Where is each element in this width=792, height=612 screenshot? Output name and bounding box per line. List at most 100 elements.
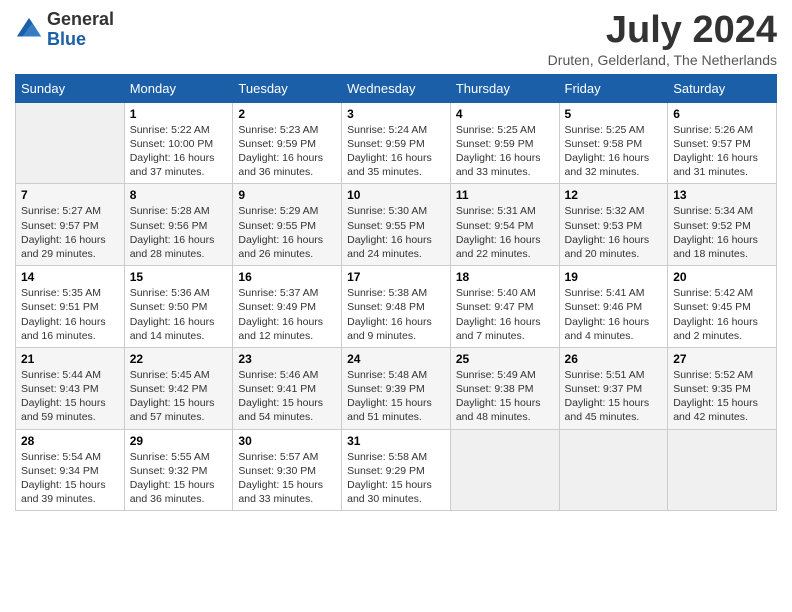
calendar-cell [559,429,668,511]
day-info: Sunrise: 5:37 AMSunset: 9:49 PMDaylight:… [238,286,336,343]
day-number: 6 [673,107,771,121]
day-info: Sunrise: 5:42 AMSunset: 9:45 PMDaylight:… [673,286,771,343]
day-info: Sunrise: 5:23 AMSunset: 9:59 PMDaylight:… [238,123,336,180]
logo-text: General Blue [47,10,114,50]
calendar-table: Sunday Monday Tuesday Wednesday Thursday… [15,74,777,511]
day-number: 24 [347,352,445,366]
calendar-header: Sunday Monday Tuesday Wednesday Thursday… [16,74,777,102]
day-number: 11 [456,188,554,202]
day-number: 15 [130,270,228,284]
day-info: Sunrise: 5:46 AMSunset: 9:41 PMDaylight:… [238,368,336,425]
calendar-cell: 16 Sunrise: 5:37 AMSunset: 9:49 PMDayligh… [233,266,342,348]
day-number: 10 [347,188,445,202]
day-number: 18 [456,270,554,284]
day-info: Sunrise: 5:41 AMSunset: 9:46 PMDaylight:… [565,286,663,343]
calendar-week-4: 21Sunrise: 5:44 AMSunset: 9:43 PMDayligh… [16,347,777,429]
day-info: Sunrise: 5:27 AMSunset: 9:57 PMDaylight:… [21,204,119,261]
calendar-cell: 28 Sunrise: 5:54 AMSunset: 9:34 PMDayligh… [16,429,125,511]
day-number: 19 [565,270,663,284]
calendar-week-5: 28 Sunrise: 5:54 AMSunset: 9:34 PMDayligh… [16,429,777,511]
day-info: Sunrise: 5:32 AMSunset: 9:53 PMDaylight:… [565,204,663,261]
day-info: Sunrise: 5:38 AMSunset: 9:48 PMDaylight:… [347,286,445,343]
day-number: 26 [565,352,663,366]
logo-icon [15,16,43,44]
day-info: Sunrise: 5:34 AMSunset: 9:52 PMDaylight:… [673,204,771,261]
col-saturday: Saturday [668,74,777,102]
day-info: Sunrise: 5:28 AMSunset: 9:56 PMDaylight:… [130,204,228,261]
calendar-cell: 9 Sunrise: 5:29 AMSunset: 9:55 PMDaylight… [233,184,342,266]
day-number: 3 [347,107,445,121]
day-info: Sunrise: 5:26 AMSunset: 9:57 PMDaylight:… [673,123,771,180]
day-info: Sunrise: 5:36 AMSunset: 9:50 PMDaylight:… [130,286,228,343]
col-sunday: Sunday [16,74,125,102]
calendar-cell: 18Sunrise: 5:40 AMSunset: 9:47 PMDayligh… [450,266,559,348]
calendar-cell: 23Sunrise: 5:46 AMSunset: 9:41 PMDayligh… [233,347,342,429]
day-number: 17 [347,270,445,284]
header-row: Sunday Monday Tuesday Wednesday Thursday… [16,74,777,102]
calendar-week-2: 7 Sunrise: 5:27 AMSunset: 9:57 PMDaylight… [16,184,777,266]
day-info: Sunrise: 5:52 AMSunset: 9:35 PMDaylight:… [673,368,771,425]
calendar-cell: 13 Sunrise: 5:34 AMSunset: 9:52 PMDayligh… [668,184,777,266]
day-info: Sunrise: 5:49 AMSunset: 9:38 PMDaylight:… [456,368,554,425]
calendar-cell: 3 Sunrise: 5:24 AMSunset: 9:59 PMDaylight… [342,102,451,184]
day-info: Sunrise: 5:45 AMSunset: 9:42 PMDaylight:… [130,368,228,425]
day-number: 8 [130,188,228,202]
logo-general: General [47,10,114,30]
day-info: Sunrise: 5:57 AMSunset: 9:30 PMDaylight:… [238,450,336,507]
calendar-cell: 7 Sunrise: 5:27 AMSunset: 9:57 PMDaylight… [16,184,125,266]
day-number: 25 [456,352,554,366]
calendar-cell: 22 Sunrise: 5:45 AMSunset: 9:42 PMDayligh… [124,347,233,429]
day-number: 4 [456,107,554,121]
calendar-cell: 10 Sunrise: 5:30 AMSunset: 9:55 PMDayligh… [342,184,451,266]
calendar-cell: 25 Sunrise: 5:49 AMSunset: 9:38 PMDayligh… [450,347,559,429]
day-number: 2 [238,107,336,121]
calendar-week-3: 14Sunrise: 5:35 AMSunset: 9:51 PMDayligh… [16,266,777,348]
day-number: 20 [673,270,771,284]
col-tuesday: Tuesday [233,74,342,102]
day-info: Sunrise: 5:44 AMSunset: 9:43 PMDaylight:… [21,368,119,425]
day-info: Sunrise: 5:31 AMSunset: 9:54 PMDaylight:… [456,204,554,261]
day-info: Sunrise: 5:24 AMSunset: 9:59 PMDaylight:… [347,123,445,180]
col-monday: Monday [124,74,233,102]
calendar-cell: 1Sunrise: 5:22 AMSunset: 10:00 PMDayligh… [124,102,233,184]
calendar-cell [16,102,125,184]
page-header: General Blue July 2024 Druten, Gelderlan… [15,10,777,68]
calendar-cell: 6 Sunrise: 5:26 AMSunset: 9:57 PMDaylight… [668,102,777,184]
logo-blue: Blue [47,30,114,50]
day-number: 5 [565,107,663,121]
calendar-cell [668,429,777,511]
day-number: 27 [673,352,771,366]
day-info: Sunrise: 5:54 AMSunset: 9:34 PMDaylight:… [21,450,119,507]
day-info: Sunrise: 5:30 AMSunset: 9:55 PMDaylight:… [347,204,445,261]
day-number: 29 [130,434,228,448]
calendar-cell: 27 Sunrise: 5:52 AMSunset: 9:35 PMDayligh… [668,347,777,429]
col-thursday: Thursday [450,74,559,102]
month-title: July 2024 [548,10,777,52]
calendar-body: 1Sunrise: 5:22 AMSunset: 10:00 PMDayligh… [16,102,777,510]
calendar-cell: 31Sunrise: 5:58 AMSunset: 9:29 PMDayligh… [342,429,451,511]
col-friday: Friday [559,74,668,102]
day-number: 22 [130,352,228,366]
logo: General Blue [15,10,114,50]
calendar-cell: 5 Sunrise: 5:25 AMSunset: 9:58 PMDaylight… [559,102,668,184]
calendar-cell: 30 Sunrise: 5:57 AMSunset: 9:30 PMDayligh… [233,429,342,511]
calendar-cell: 8 Sunrise: 5:28 AMSunset: 9:56 PMDaylight… [124,184,233,266]
day-info: Sunrise: 5:25 AMSunset: 9:58 PMDaylight:… [565,123,663,180]
calendar-cell: 4 Sunrise: 5:25 AMSunset: 9:59 PMDaylight… [450,102,559,184]
day-number: 9 [238,188,336,202]
title-block: July 2024 Druten, Gelderland, The Nether… [548,10,777,68]
day-number: 28 [21,434,119,448]
day-info: Sunrise: 5:29 AMSunset: 9:55 PMDaylight:… [238,204,336,261]
day-number: 30 [238,434,336,448]
day-number: 14 [21,270,119,284]
calendar-cell: 12Sunrise: 5:32 AMSunset: 9:53 PMDayligh… [559,184,668,266]
day-number: 7 [21,188,119,202]
day-number: 16 [238,270,336,284]
calendar-cell: 15 Sunrise: 5:36 AMSunset: 9:50 PMDayligh… [124,266,233,348]
day-number: 13 [673,188,771,202]
day-info: Sunrise: 5:25 AMSunset: 9:59 PMDaylight:… [456,123,554,180]
day-info: Sunrise: 5:22 AMSunset: 10:00 PMDaylight… [130,123,228,180]
day-info: Sunrise: 5:48 AMSunset: 9:39 PMDaylight:… [347,368,445,425]
calendar-cell: 2 Sunrise: 5:23 AMSunset: 9:59 PMDaylight… [233,102,342,184]
col-wednesday: Wednesday [342,74,451,102]
